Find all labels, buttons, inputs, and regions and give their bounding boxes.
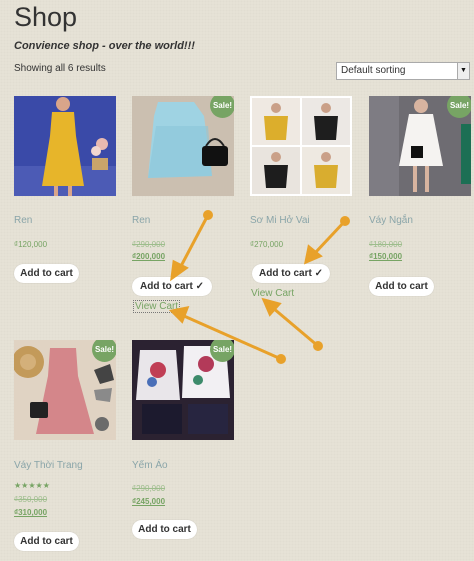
annotation-arrow xyxy=(313,219,347,255)
annotation-arrow xyxy=(271,306,320,348)
annotation-arrow xyxy=(182,314,283,361)
arrow-head-icon xyxy=(168,305,190,324)
arrow-tail-dot xyxy=(313,341,323,351)
annotation-arrows xyxy=(168,210,350,364)
arrow-tail-dot xyxy=(276,354,286,364)
arrow-tail-dot xyxy=(340,216,350,226)
arrow-head-icon xyxy=(170,259,189,282)
annotation-arrow xyxy=(178,213,210,270)
arrow-tail-dot xyxy=(203,210,213,220)
